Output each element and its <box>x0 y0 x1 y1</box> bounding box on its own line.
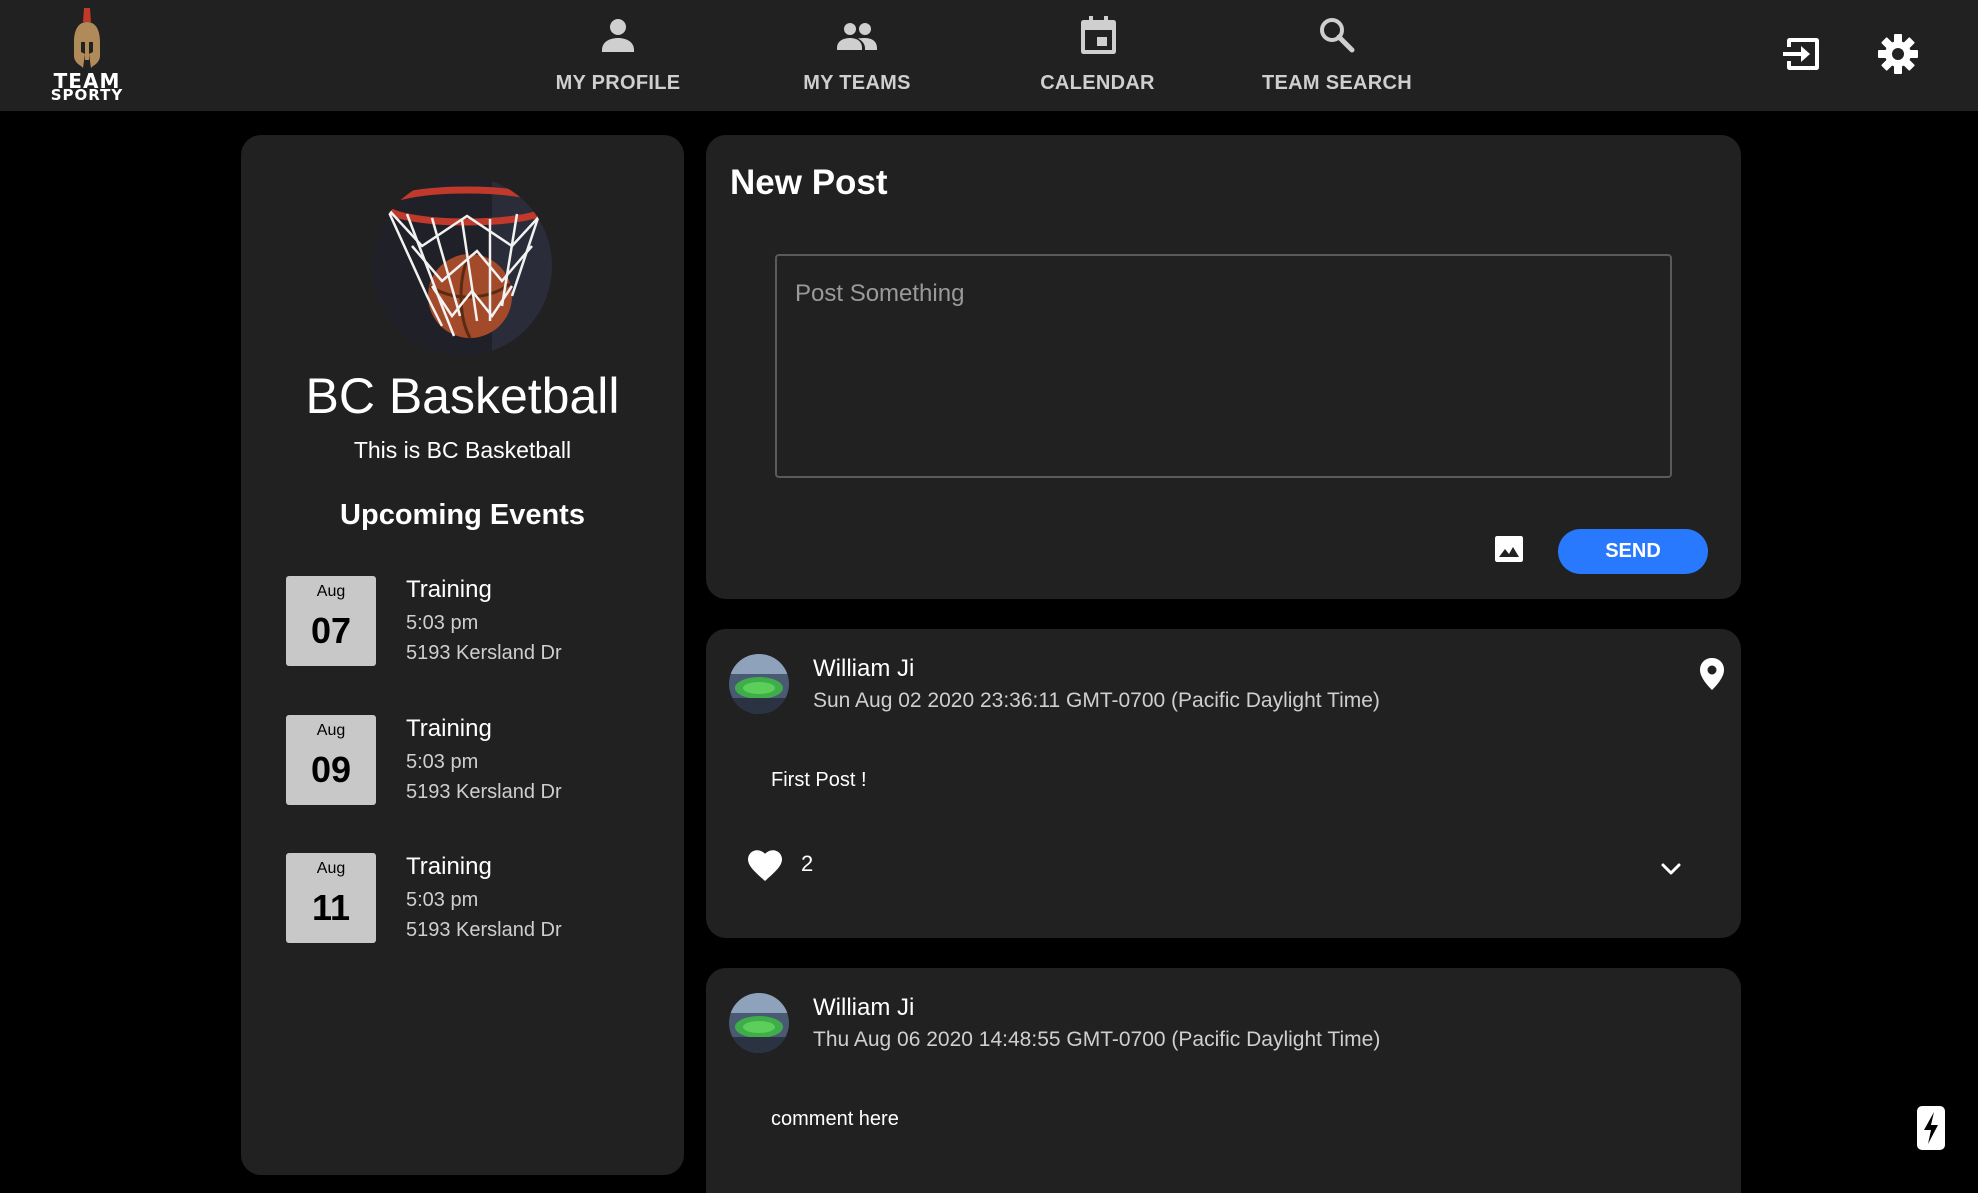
event-location: 5193 Kersland Dr <box>406 642 562 664</box>
event-time: 5:03 pm <box>406 612 479 634</box>
post-author: William Ji <box>813 994 915 1021</box>
post-card: William Ji Sun Aug 02 2020 23:36:11 GMT-… <box>706 629 1741 938</box>
team-avatar <box>372 176 552 356</box>
nav-calendar[interactable]: CALENDAR <box>1039 0 1156 111</box>
post-timestamp: Sun Aug 02 2020 23:36:11 GMT-0700 (Pacif… <box>813 689 1380 712</box>
nav-team-search-label: TEAM SEARCH <box>1262 72 1412 94</box>
team-description: This is BC Basketball <box>353 437 572 463</box>
team-sporty-logo[interactable]: TEAM SPORTY <box>45 6 129 106</box>
heart-icon[interactable] <box>747 849 783 883</box>
event-date-box[interactable]: Aug 11 <box>286 853 376 943</box>
lightning-icon <box>1924 1112 1938 1144</box>
post-timestamp: Thu Aug 06 2020 14:48:55 GMT-0700 (Pacif… <box>813 1028 1381 1051</box>
event-date-box[interactable]: Aug 07 <box>286 576 376 666</box>
top-nav-bar: TEAM SPORTY MY PROFILE MY TEAMS CALENDAR <box>0 0 1978 111</box>
team-name: BC Basketball <box>305 368 620 424</box>
lightning-button[interactable] <box>1917 1106 1945 1150</box>
location-pin-icon[interactable] <box>1697 657 1727 691</box>
event-location: 5193 Kersland Dr <box>406 781 562 803</box>
chevron-down-icon[interactable] <box>1656 854 1686 884</box>
event-month: Aug <box>316 583 346 600</box>
event-day: 07 <box>310 610 352 651</box>
nav-team-search[interactable]: TEAM SEARCH <box>1262 0 1412 111</box>
user-avatar <box>729 654 789 714</box>
new-post-title: New Post <box>730 163 888 202</box>
nav-my-profile-label: MY PROFILE <box>555 72 681 94</box>
event-item: Aug 07 Training 5:03 pm 5193 Kersland Dr <box>286 576 666 668</box>
event-month: Aug <box>316 860 346 877</box>
event-time: 5:03 pm <box>406 889 479 911</box>
event-item: Aug 11 Training 5:03 pm 5193 Kersland Dr <box>286 853 666 945</box>
event-title: Training <box>406 853 492 880</box>
new-post-panel: New Post SEND <box>706 135 1741 599</box>
post-input[interactable] <box>775 254 1672 478</box>
gear-icon[interactable] <box>1876 32 1920 76</box>
post-card: William Ji Thu Aug 06 2020 14:48:55 GMT-… <box>706 968 1741 1193</box>
event-month: Aug <box>316 722 346 739</box>
brand-line-2: SPORTY <box>50 86 124 104</box>
event-title: Training <box>406 715 492 742</box>
event-item: Aug 09 Training 5:03 pm 5193 Kersland Dr <box>286 715 666 807</box>
brand-wordmark: TEAM SPORTY <box>45 71 129 104</box>
logout-icon[interactable] <box>1780 32 1824 76</box>
post-body: comment here <box>771 1108 899 1130</box>
team-info-panel: BC Basketball This is BC Basketball Upco… <box>241 135 684 1175</box>
nav-my-teams[interactable]: MY TEAMS <box>801 0 913 111</box>
image-icon[interactable] <box>1493 533 1525 565</box>
post-author: William Ji <box>813 655 915 682</box>
calendar-icon <box>1080 16 1116 54</box>
event-day: 11 <box>311 887 351 928</box>
user-avatar <box>729 993 789 1053</box>
event-location: 5193 Kersland Dr <box>406 919 562 941</box>
upcoming-events-title: Upcoming Events <box>340 499 585 531</box>
send-button[interactable]: SEND <box>1558 529 1708 574</box>
post-body: First Post ! <box>771 769 867 791</box>
event-time: 5:03 pm <box>406 751 479 773</box>
event-title: Training <box>406 576 492 603</box>
search-icon <box>1320 18 1355 53</box>
nav-my-teams-label: MY TEAMS <box>803 72 911 94</box>
people-icon <box>837 23 877 50</box>
event-day: 09 <box>310 749 352 790</box>
nav-calendar-label: CALENDAR <box>1040 72 1155 94</box>
event-date-box[interactable]: Aug 09 <box>286 715 376 805</box>
like-count: 2 <box>801 851 814 876</box>
nav-my-profile[interactable]: MY PROFILE <box>556 0 680 111</box>
person-icon <box>602 19 634 52</box>
spartan-helmet-icon <box>74 8 100 68</box>
